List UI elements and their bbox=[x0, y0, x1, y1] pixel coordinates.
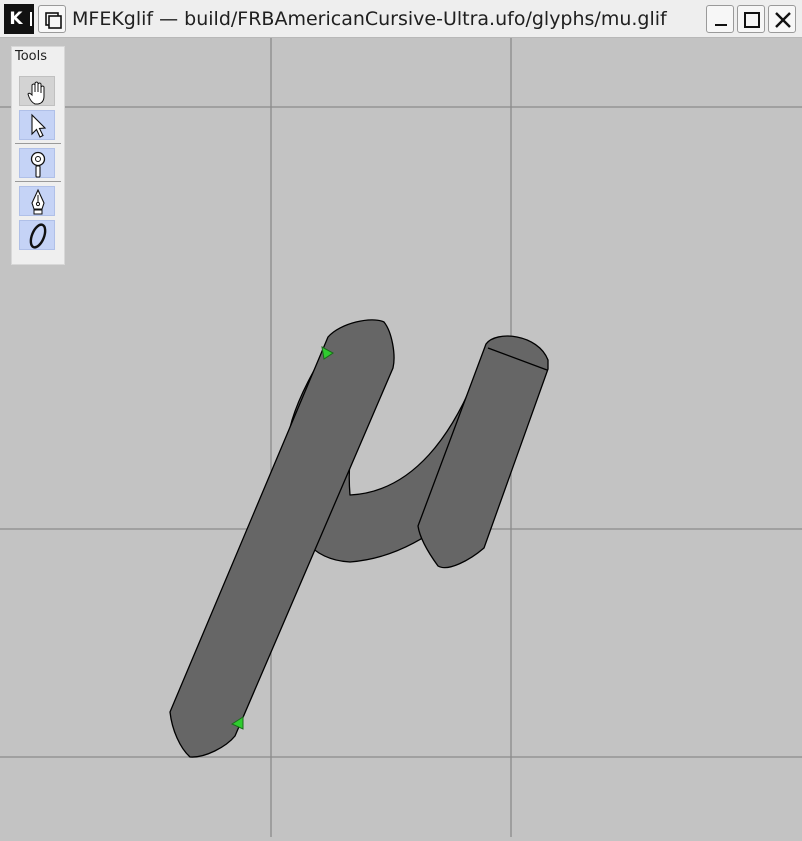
tools-palette: Tools bbox=[11, 46, 65, 265]
ellipse-icon bbox=[29, 223, 47, 249]
hand-icon bbox=[27, 81, 45, 105]
tool-pan[interactable] bbox=[19, 76, 55, 106]
glyph-view[interactable] bbox=[0, 38, 802, 837]
tool-zoom[interactable] bbox=[19, 148, 55, 178]
tool-select[interactable] bbox=[19, 110, 55, 140]
maximize-button[interactable] bbox=[737, 5, 765, 33]
glyph-canvas[interactable] bbox=[0, 38, 802, 837]
grid-lines bbox=[0, 38, 802, 837]
keep-above-icon bbox=[45, 12, 62, 29]
maximize-icon bbox=[744, 12, 760, 28]
window-title: MFEKglif — build/FRBAmericanCursive-Ultr… bbox=[72, 8, 667, 30]
minimize-button[interactable] bbox=[706, 5, 734, 33]
title-bar[interactable]: K MFEKglif — build/FRBAmericanCursive-Ul… bbox=[0, 0, 802, 38]
tool-ellipse[interactable] bbox=[19, 220, 55, 250]
tool-pen[interactable] bbox=[19, 186, 55, 216]
keep-above-button[interactable] bbox=[38, 5, 66, 33]
magnifier-icon bbox=[30, 151, 46, 178]
close-icon bbox=[775, 12, 791, 28]
glyph-outline[interactable] bbox=[169, 319, 549, 758]
app-icon[interactable]: K bbox=[4, 4, 34, 34]
close-button[interactable] bbox=[768, 5, 796, 33]
tools-label: Tools bbox=[15, 49, 48, 64]
minimize-icon bbox=[715, 24, 727, 26]
pen-nib-icon bbox=[31, 188, 45, 215]
pointer-arrow-icon bbox=[31, 113, 47, 138]
